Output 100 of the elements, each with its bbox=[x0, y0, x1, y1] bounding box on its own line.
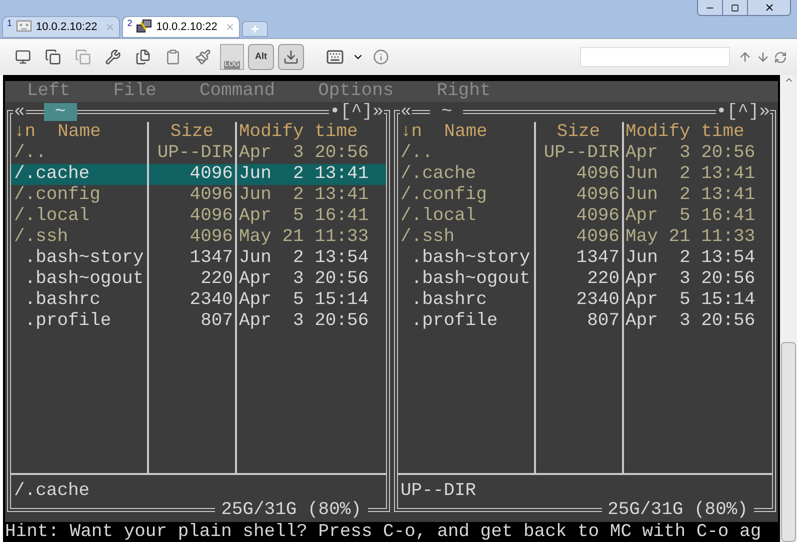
file-size: 4096 bbox=[536, 206, 624, 227]
file-row[interactable]: .bash~story 1347 Jun 2 13:54 bbox=[398, 248, 772, 269]
download-button[interactable] bbox=[278, 44, 304, 70]
file-name: /.cache bbox=[398, 164, 536, 185]
menu-item[interactable]: Options bbox=[318, 81, 394, 102]
search-field[interactable] bbox=[580, 47, 730, 67]
file-size: 4096 bbox=[536, 227, 624, 248]
file-row[interactable]: /.config 4096 Jun 2 13:41 bbox=[11, 185, 386, 206]
disk-free: 25G/31G (80%) bbox=[215, 500, 368, 521]
file-row[interactable]: .bash~ogout 220 Apr 3 20:56 bbox=[11, 269, 386, 290]
panel-right-mark[interactable]: •[^]» bbox=[716, 103, 770, 121]
hint-line: Hint: Want your plain shell? Press C-o, and get back to MC with C-o ag bbox=[5, 522, 762, 542]
close-icon[interactable] bbox=[225, 22, 236, 32]
monitors-icon bbox=[75, 49, 91, 65]
file-row[interactable]: .bash~ogout 220 Apr 3 20:56 bbox=[398, 269, 772, 290]
file-row[interactable]: .bash~story 1347 Jun 2 13:54 bbox=[11, 248, 386, 269]
file-size: 4096 bbox=[149, 206, 237, 227]
refresh-icon[interactable] bbox=[774, 50, 787, 64]
column-header[interactable]: Name bbox=[58, 122, 101, 143]
session-tab[interactable]: 1 10.0.2.10:22 bbox=[2, 16, 120, 38]
modify-time: Jun 2 13:41 bbox=[238, 185, 370, 206]
column-header[interactable]: Size bbox=[149, 122, 237, 143]
maximize-icon bbox=[731, 4, 739, 12]
modify-time: Apr 3 20:56 bbox=[624, 311, 756, 332]
tab-number: 1 bbox=[7, 17, 12, 30]
menu-item[interactable]: Left bbox=[27, 81, 70, 102]
status-line: /.cache bbox=[14, 481, 90, 502]
session-tab[interactable]: 2 10.0.2.10:22 bbox=[122, 16, 240, 38]
file-row[interactable]: .profile 807 Apr 3 20:56 bbox=[11, 311, 386, 332]
column-header[interactable]: Modify time bbox=[624, 122, 772, 143]
file-row[interactable]: .profile 807 Apr 3 20:56 bbox=[398, 311, 772, 332]
file-row[interactable]: .bashrc 2340 Apr 5 15:14 bbox=[11, 290, 386, 311]
file-name: /.local bbox=[398, 206, 536, 227]
modify-time: Apr 5 15:14 bbox=[238, 290, 370, 311]
modify-time: Apr 5 16:41 bbox=[624, 206, 756, 227]
scrollbar[interactable] bbox=[780, 75, 797, 542]
file-name: /.ssh bbox=[11, 227, 149, 248]
close-icon bbox=[764, 2, 774, 13]
column-header[interactable]: Name bbox=[444, 122, 488, 143]
status-line: UP--DIR bbox=[400, 481, 476, 502]
clipboard-icon bbox=[165, 49, 181, 65]
file-size: 1347 bbox=[536, 248, 624, 269]
file-size: 4096 bbox=[149, 164, 237, 185]
modify-time: Jun 2 13:41 bbox=[624, 164, 756, 185]
modify-time: Jun 2 13:41 bbox=[238, 164, 370, 185]
column-header[interactable]: Size bbox=[536, 122, 624, 143]
file-name: .bash~ogout bbox=[11, 269, 149, 290]
menu-item[interactable]: Command bbox=[199, 81, 276, 102]
file-size: 1347 bbox=[149, 248, 237, 269]
sort-indicator[interactable]: ↓n bbox=[398, 122, 422, 143]
file-size: 220 bbox=[536, 269, 624, 290]
modify-time: Jun 2 13:41 bbox=[624, 185, 756, 206]
modify-time: Apr 3 20:56 bbox=[624, 143, 756, 164]
connected-computers-icon bbox=[136, 19, 152, 35]
file-name: /.local bbox=[11, 206, 149, 227]
modify-time: Jun 2 13:54 bbox=[238, 248, 370, 269]
file-row[interactable]: /.local 4096 Apr 5 16:41 bbox=[398, 206, 772, 227]
modify-time: Apr 3 20:56 bbox=[238, 311, 370, 332]
file-size: 2340 bbox=[149, 290, 237, 311]
modify-time: Apr 3 20:56 bbox=[238, 143, 370, 164]
file-name: .bash~story bbox=[11, 248, 149, 269]
sort-indicator[interactable]: ↓n bbox=[11, 122, 36, 143]
plus-icon bbox=[250, 24, 260, 34]
menu-item[interactable]: Right bbox=[436, 81, 491, 102]
file-name: /.config bbox=[11, 185, 149, 206]
file-size: 2340 bbox=[536, 290, 624, 311]
file-name: .bash~ogout bbox=[398, 269, 536, 290]
file-row[interactable]: /.local 4096 Apr 5 16:41 bbox=[11, 206, 386, 227]
file-row[interactable]: /.config 4096 Jun 2 13:41 bbox=[398, 185, 772, 206]
keyboard-icon bbox=[326, 48, 344, 66]
file-name: /.. bbox=[398, 143, 536, 164]
file-row[interactable]: /.ssh 4096 May 21 11:33 bbox=[11, 227, 386, 248]
file-name: .bashrc bbox=[11, 290, 149, 311]
new-tab-button[interactable] bbox=[242, 21, 268, 37]
modify-time: Apr 5 16:41 bbox=[238, 206, 370, 227]
file-row[interactable]: /.ssh 4096 May 21 11:33 bbox=[398, 227, 772, 248]
file-name: /.cache bbox=[11, 164, 149, 185]
tab-number: 2 bbox=[127, 17, 132, 30]
file-row[interactable]: /.cache 4096 Jun 2 13:41 bbox=[398, 164, 772, 185]
menu-item[interactable]: File bbox=[113, 81, 156, 102]
file-name: .profile bbox=[11, 311, 149, 332]
tab-title: 10.0.2.10:22 bbox=[156, 20, 218, 35]
disconnected-computer-icon bbox=[16, 20, 32, 34]
file-row[interactable]: /.. UP--DIR Apr 3 20:56 bbox=[398, 143, 772, 164]
wrench-icon bbox=[105, 49, 121, 65]
scrollbar-thumb[interactable] bbox=[781, 342, 796, 542]
alt-key-button[interactable]: Alt bbox=[248, 44, 274, 70]
column-header[interactable]: Modify time bbox=[237, 122, 386, 143]
file-name: .bash~story bbox=[398, 248, 536, 269]
file-row[interactable]: /.cache 4096 Jun 2 13:41 bbox=[11, 164, 386, 185]
modify-time: Apr 3 20:56 bbox=[624, 269, 756, 290]
file-row[interactable]: .bashrc 2340 Apr 5 15:14 bbox=[398, 290, 772, 311]
file-size: 4096 bbox=[536, 164, 624, 185]
broom-icon bbox=[195, 49, 211, 65]
modify-time: Jun 2 13:54 bbox=[624, 248, 756, 269]
file-size: UP--DIR bbox=[536, 143, 624, 164]
download-icon bbox=[283, 49, 299, 65]
panel-right-mark[interactable]: •[^]» bbox=[329, 103, 384, 121]
file-name: /.config bbox=[398, 185, 536, 206]
file-name: .bashrc bbox=[398, 290, 536, 311]
